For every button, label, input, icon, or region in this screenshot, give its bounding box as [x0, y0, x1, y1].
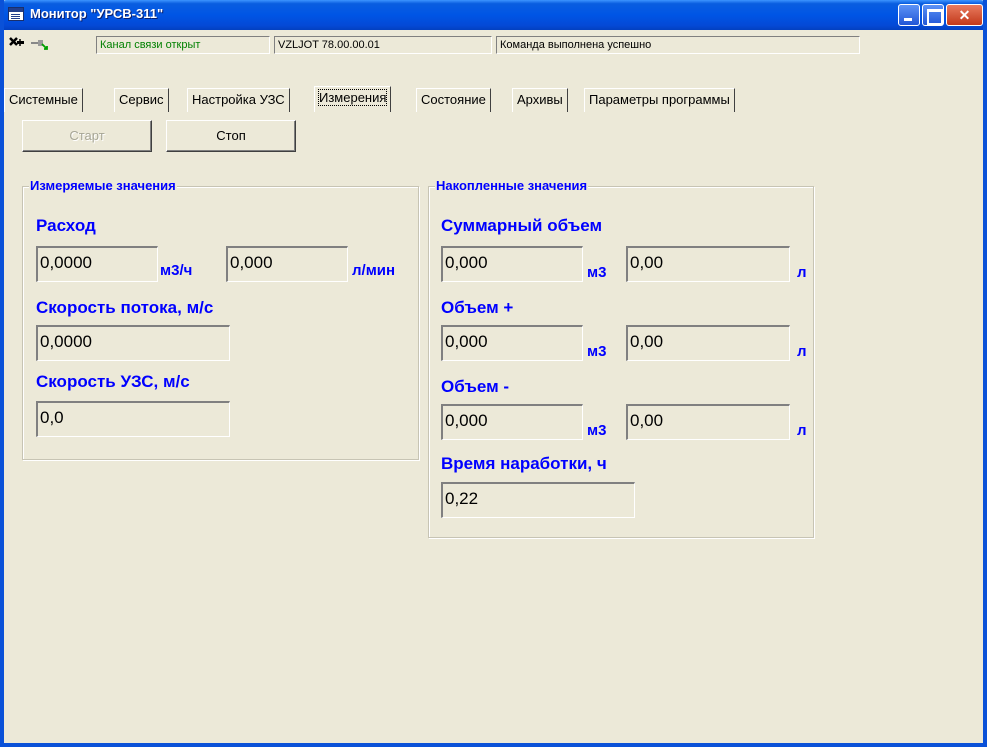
disconnect-icon[interactable]	[8, 36, 26, 50]
tab-status[interactable]: Состояние	[416, 88, 491, 112]
tab-uzs-settings[interactable]: Настройка УЗС	[187, 88, 290, 112]
measured-values-title: Измеряемые значения	[29, 178, 177, 193]
title-bar[interactable]: Монитор "УРСВ-311" ✕	[4, 0, 983, 30]
volume-minus-label: Объем -	[441, 377, 510, 396]
tab-system[interactable]: Системные	[4, 88, 83, 112]
total-m3-field: 0,000	[441, 246, 583, 282]
volume-plus-label: Объем +	[441, 298, 514, 317]
tab-program-params[interactable]: Параметры программы	[584, 88, 735, 112]
velocity-field: 0,0000	[36, 325, 230, 361]
plus-unit-m3: м3	[587, 343, 607, 360]
velocity-label: Скорость потока, м/с	[36, 298, 214, 317]
total-l-field: 0,00	[626, 246, 790, 282]
sound-speed-field: 0,0	[36, 401, 230, 437]
channel-status: Канал связи открыт	[96, 36, 270, 54]
tab-archives[interactable]: Архивы	[512, 88, 568, 112]
minus-m3-field: 0,000	[441, 404, 583, 440]
flow-lmin-field: 0,000	[226, 246, 348, 282]
tab-bar: Системные Сервис Настройка УЗС Измерения…	[4, 86, 784, 112]
plus-m3-field: 0,000	[441, 325, 583, 361]
window-title: Монитор "УРСВ-311"	[30, 6, 164, 21]
command-status: Команда выполнена успешно	[496, 36, 860, 54]
tab-service[interactable]: Сервис	[114, 88, 169, 112]
runtime-field: 0,22	[441, 482, 635, 518]
device-id-field: VZLJOT 78.00.00.01	[274, 36, 492, 54]
flow-unit-lmin: л/мин	[352, 262, 396, 279]
accumulated-values-title: Накопленные значения	[435, 178, 589, 193]
total-unit-l: л	[797, 264, 807, 281]
close-button[interactable]: ✕	[946, 4, 983, 26]
maximize-button[interactable]	[922, 4, 944, 26]
stop-button[interactable]: Стоп	[166, 120, 296, 152]
runtime-label: Время наработки, ч	[441, 454, 607, 473]
total-unit-m3: м3	[587, 264, 607, 281]
connect-icon[interactable]	[30, 36, 48, 50]
minus-unit-m3: м3	[587, 422, 607, 439]
start-button[interactable]: Старт	[22, 120, 152, 152]
sound-speed-label: Скорость УЗС, м/с	[36, 372, 190, 391]
tab-measurements[interactable]: Измерения	[314, 86, 392, 112]
app-window: Монитор "УРСВ-311" ✕ Канал связи открыт …	[0, 0, 987, 747]
toolbar: Канал связи открыт VZLJOT 78.00.00.01 Ко…	[4, 30, 983, 56]
minimize-button[interactable]	[898, 4, 920, 26]
plus-unit-l: л	[797, 343, 807, 360]
app-icon	[8, 7, 24, 21]
flow-unit-m3h: м3/ч	[160, 262, 193, 279]
minus-l-field: 0,00	[626, 404, 790, 440]
minus-unit-l: л	[797, 422, 807, 439]
flow-m3h-field: 0,0000	[36, 246, 158, 282]
total-volume-label: Суммарный объем	[441, 216, 603, 235]
flow-label: Расход	[36, 216, 96, 235]
plus-l-field: 0,00	[626, 325, 790, 361]
